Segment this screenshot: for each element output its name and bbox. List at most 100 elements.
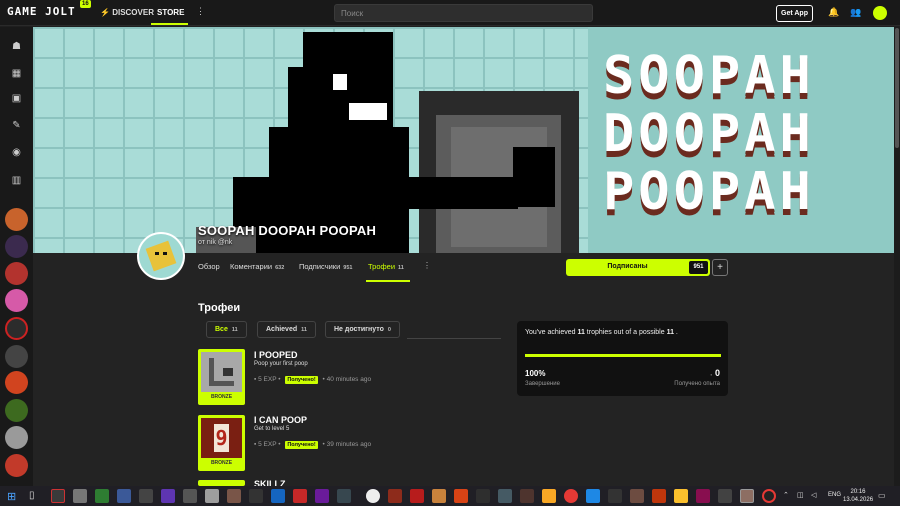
- progress-summary: You've achieved 11 trophies out of a pos…: [525, 329, 678, 336]
- taskbar-app-icon[interactable]: [696, 489, 710, 503]
- taskbar-app-icon[interactable]: [366, 489, 380, 503]
- taskbar-app-icon[interactable]: [183, 489, 197, 503]
- windows-start-icon[interactable]: ⊞: [7, 490, 16, 503]
- taskbar-app-icon[interactable]: [73, 489, 87, 503]
- taskbar-app-icon[interactable]: [718, 489, 732, 503]
- taskbar-app-icon[interactable]: [630, 489, 644, 503]
- store-icon[interactable]: ▦: [9, 66, 24, 81]
- game-author[interactable]: от nik @nk: [198, 239, 232, 246]
- taskbar-app-icon[interactable]: [542, 489, 556, 503]
- chevron-up-icon[interactable]: ⌃: [783, 491, 789, 499]
- friends-icon[interactable]: 👥: [850, 7, 861, 18]
- completion-label: Завершение: [525, 381, 560, 387]
- community-avatar[interactable]: [5, 208, 28, 231]
- taskbar-app-icon[interactable]: [586, 489, 600, 503]
- exp-earned: ▪ 0: [710, 368, 720, 378]
- community-avatar[interactable]: [5, 454, 28, 477]
- windows-taskbar: ⊞ ▯ ⌃ ◫ ◁ ENG 20:16 13.04.2026 ▭: [0, 486, 900, 506]
- trophy-thumbnail[interactable]: BRONZE: [198, 349, 245, 405]
- language-indicator[interactable]: ENG: [828, 492, 841, 498]
- trophy-image: 9: [201, 418, 242, 458]
- taskbar-app-icon[interactable]: [498, 489, 512, 503]
- notifications-icon[interactable]: ▭: [878, 491, 886, 500]
- trophy-thumbnail[interactable]: 9 BRONZE: [198, 415, 245, 471]
- game-avatar[interactable]: [137, 232, 185, 280]
- tab-followers[interactable]: Подписчики 951: [299, 262, 352, 271]
- filter-not-achieved[interactable]: Не достигнуто 0: [325, 321, 400, 338]
- community-avatar[interactable]: [5, 262, 28, 285]
- taskbar-app-icon[interactable]: [564, 489, 578, 503]
- library-icon[interactable]: ▥: [9, 173, 24, 188]
- taskbar-app-icon[interactable]: [337, 489, 351, 503]
- tab-active-indicator: [366, 280, 410, 282]
- trophy-meta: ▪ 5 EXP • Получено! • 39 minutes ago: [254, 441, 372, 449]
- taskbar-app-icon[interactable]: [271, 489, 285, 503]
- home-icon[interactable]: ☗: [9, 39, 24, 54]
- filter-all[interactable]: Все 11: [206, 321, 247, 338]
- trophy-title[interactable]: I CAN POOP: [254, 415, 307, 425]
- volume-icon[interactable]: ◁: [811, 491, 816, 499]
- trophy-description: Get to level 5: [254, 426, 290, 432]
- tab-more-icon[interactable]: ⋮: [423, 261, 431, 270]
- taskbar-app-icon[interactable]: [315, 489, 329, 503]
- taskbar-app-icon[interactable]: [652, 489, 666, 503]
- clock[interactable]: 20:16 13.04.2026: [843, 488, 873, 504]
- search-input[interactable]: Поиск: [334, 4, 593, 22]
- trophy-meta: ▪ 5 EXP • Получено! • 40 minutes ago: [254, 376, 372, 384]
- taskbar-app-icon[interactable]: [205, 489, 219, 503]
- taskbar-app-icon[interactable]: [410, 489, 424, 503]
- top-bar: GAME JOLT 16 ⚡ DISCOVER STORE ⋮ Поиск Ge…: [0, 0, 900, 26]
- community-avatar[interactable]: [5, 399, 28, 422]
- trophies-heading: Трофеи: [198, 302, 241, 314]
- taskbar-app-icon[interactable]: [476, 489, 490, 503]
- backpack-icon[interactable]: ▣: [9, 91, 24, 106]
- main-content: [33, 253, 894, 486]
- user-avatar[interactable]: [873, 6, 887, 20]
- game-avatar-image: [139, 234, 183, 278]
- filter-achieved[interactable]: Achieved 11: [257, 321, 316, 338]
- trophy-title[interactable]: I POOPED: [254, 350, 298, 360]
- trophy-title[interactable]: SKILLZ: [254, 479, 286, 486]
- add-button[interactable]: +: [712, 259, 728, 276]
- community-avatar[interactable]: [5, 317, 28, 340]
- task-view-icon[interactable]: ▯: [29, 490, 35, 501]
- taskbar-app-icon[interactable]: [674, 489, 688, 503]
- gamejolt-logo[interactable]: GAME JOLT: [7, 5, 76, 18]
- taskbar-app-icon[interactable]: [740, 489, 754, 503]
- tab-overview[interactable]: Обзор: [198, 262, 220, 271]
- tab-trophies[interactable]: Трофеи 11: [368, 262, 404, 271]
- taskbar-app-icon[interactable]: [388, 489, 402, 503]
- quest-icon[interactable]: ✎: [9, 118, 24, 133]
- achieved-badge: Получено!: [285, 376, 318, 384]
- follow-button[interactable]: Подписаны 951: [566, 259, 710, 276]
- taskbar-app-icon[interactable]: [520, 489, 534, 503]
- taskbar-app-icon[interactable]: [608, 489, 622, 503]
- taskbar-app-icon[interactable]: [293, 489, 307, 503]
- community-avatar[interactable]: [5, 371, 28, 394]
- taskbar-app-icon[interactable]: [117, 489, 131, 503]
- community-avatar[interactable]: [5, 289, 28, 312]
- nav-store[interactable]: STORE: [157, 8, 184, 17]
- bell-icon[interactable]: 🔔: [828, 7, 839, 18]
- scrollbar-thumb[interactable]: [895, 28, 899, 148]
- trophy-image: [201, 352, 242, 392]
- taskbar-app-icon[interactable]: [227, 489, 241, 503]
- taskbar-app-icon[interactable]: [762, 489, 776, 503]
- community-avatar[interactable]: [5, 235, 28, 258]
- tab-comments[interactable]: Коментарии 632: [230, 262, 284, 271]
- follow-count: 951: [689, 261, 708, 274]
- realm-icon[interactable]: ◉: [9, 145, 24, 160]
- nav-discover[interactable]: ⚡ DISCOVER: [100, 8, 154, 17]
- more-menu-icon[interactable]: ⋮: [196, 6, 205, 17]
- taskbar-app-icon[interactable]: [95, 489, 109, 503]
- community-avatar[interactable]: [5, 345, 28, 368]
- taskbar-app-icon[interactable]: [161, 489, 175, 503]
- taskbar-app-icon[interactable]: [249, 489, 263, 503]
- taskbar-app-icon[interactable]: [432, 489, 446, 503]
- taskbar-app-icon[interactable]: [51, 489, 65, 503]
- network-icon[interactable]: ◫: [797, 491, 804, 499]
- taskbar-app-icon[interactable]: [454, 489, 468, 503]
- community-avatar[interactable]: [5, 426, 28, 449]
- taskbar-app-icon[interactable]: [139, 489, 153, 503]
- get-app-button[interactable]: Get App: [776, 5, 813, 22]
